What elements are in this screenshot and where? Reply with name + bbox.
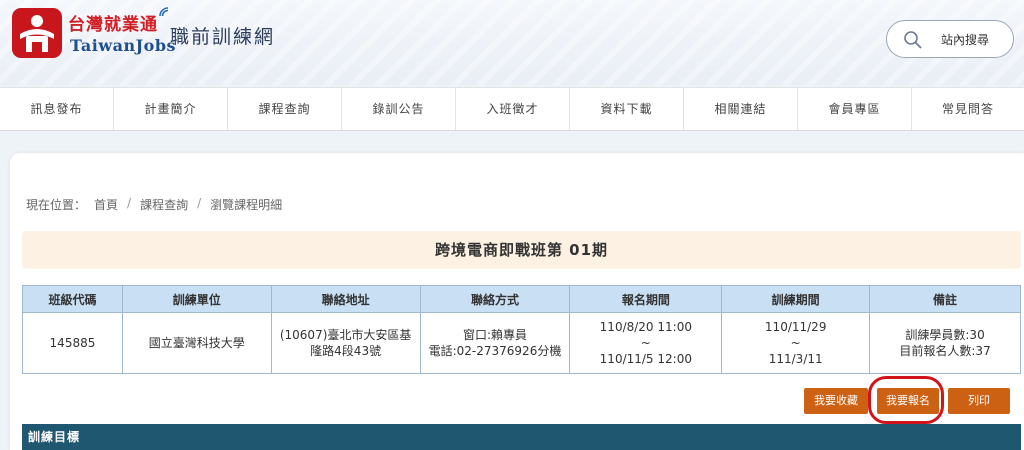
nav-item-program-intro[interactable]: 計畫簡介 [114, 88, 228, 130]
breadcrumb-separator: / [197, 196, 202, 210]
nav-item-admission-notice[interactable]: 錄訓公告 [342, 88, 456, 130]
site-search-label: 站內搜尋 [941, 33, 990, 47]
note-trainee-count: 訓練學員數:30 [905, 328, 985, 342]
header-signup-period: 報名期間 [569, 285, 723, 313]
signup-separator: ~ [640, 336, 651, 350]
nav-item-downloads[interactable]: 資料下載 [570, 88, 684, 130]
header-training-period: 訓練期間 [721, 285, 871, 313]
cell-training-unit: 國立臺灣科技大學 [121, 312, 272, 374]
signup-start: 110/8/20 11:00 [599, 320, 692, 334]
brand-name-en: TaiwanJobs [70, 36, 177, 55]
signup-end: 110/11/5 12:00 [599, 352, 692, 366]
nav-item-news[interactable]: 訊息發布 [0, 88, 114, 130]
breadcrumb: 現在位置： 首頁 / 課程查詢 / 瀏覽課程明細 [26, 196, 282, 213]
training-goals-section-header: 訓練目標 [22, 424, 1021, 450]
add-to-favorites-button[interactable]: 我要收藏 [804, 388, 868, 414]
site-header: 台灣就業通 TaiwanJobs 職前訓練網 站內搜尋 [0, 0, 1024, 85]
nav-item-course-search[interactable]: 課程查詢 [228, 88, 342, 130]
logo-person-icon [20, 15, 54, 52]
address-line-1: (10607)臺北市大安區基 [279, 328, 412, 342]
site-search-button[interactable]: 站內搜尋 [886, 20, 1014, 58]
cell-notes: 訓練學員數:30 目前報名人數:37 [869, 312, 1021, 374]
main-nav: 訊息發布 計畫簡介 課程查詢 錄訓公告 入班徵才 資料下載 相關連結 會員專區 … [0, 87, 1024, 131]
cell-signup-period: 110/8/20 11:00 ~ 110/11/5 12:00 [569, 312, 723, 374]
header-class-code: 班級代碼 [22, 285, 123, 313]
cell-address: (10607)臺北市大安區基 隆路4段43號 [270, 312, 421, 374]
header-address: 聯絡地址 [270, 285, 421, 313]
signal-icon [159, 7, 169, 17]
training-end: 111/3/11 [768, 352, 823, 366]
training-separator: ~ [790, 336, 801, 350]
breadcrumb-course-search[interactable]: 課程查詢 [140, 196, 188, 213]
breadcrumb-current: 瀏覽課程明細 [210, 198, 283, 212]
nav-item-recruitment[interactable]: 入班徵才 [456, 88, 570, 130]
cell-class-code: 145885 [22, 312, 123, 374]
training-start: 110/11/29 [764, 320, 827, 334]
nav-item-member-area[interactable]: 會員專區 [798, 88, 912, 130]
section-title: 訓練目標 [28, 430, 81, 444]
nav-item-related-links[interactable]: 相關連結 [684, 88, 798, 130]
note-signup-count: 目前報名人數:37 [899, 344, 991, 358]
course-info-table: 班級代碼 訓練單位 聯絡地址 聯絡方式 報名期間 訓練期間 備註 145885 … [22, 285, 1021, 374]
brand-name-zh: 台灣就業通 [68, 15, 158, 35]
course-title-banner: 跨境電商即戰班第 01期 [22, 231, 1021, 269]
breadcrumb-prefix: 現在位置： [26, 198, 87, 212]
print-button[interactable]: 列印 [948, 388, 1010, 414]
cell-contact: 窗口:賴專員 電話:02-27376926分機 [419, 312, 571, 374]
taiwanjobs-logo[interactable] [12, 8, 62, 58]
header-training-unit: 訓練單位 [121, 285, 272, 313]
breadcrumb-separator: / [127, 196, 132, 210]
search-icon [904, 31, 922, 49]
table-header-row: 班級代碼 訓練單位 聯絡地址 聯絡方式 報名期間 訓練期間 備註 [22, 285, 1021, 313]
contact-line-2: 電話:02-27376926分機 [428, 344, 562, 358]
breadcrumb-home[interactable]: 首頁 [94, 196, 118, 213]
address-line-2: 隆路4段43號 [310, 344, 382, 358]
table-row: 145885 國立臺灣科技大學 (10607)臺北市大安區基 隆路4段43號 窗… [22, 312, 1021, 374]
cell-training-period: 110/11/29 ~ 111/3/11 [721, 312, 871, 374]
header-contact: 聯絡方式 [419, 285, 571, 313]
nav-item-faq[interactable]: 常見問答 [912, 88, 1024, 130]
header-notes: 備註 [869, 285, 1021, 313]
signup-highlight-annotation [868, 376, 944, 424]
contact-line-1: 窗口:賴專員 [462, 328, 527, 342]
site-name: 職前訓練網 [170, 26, 276, 48]
course-title: 跨境電商即戰班第 01期 [434, 241, 609, 259]
